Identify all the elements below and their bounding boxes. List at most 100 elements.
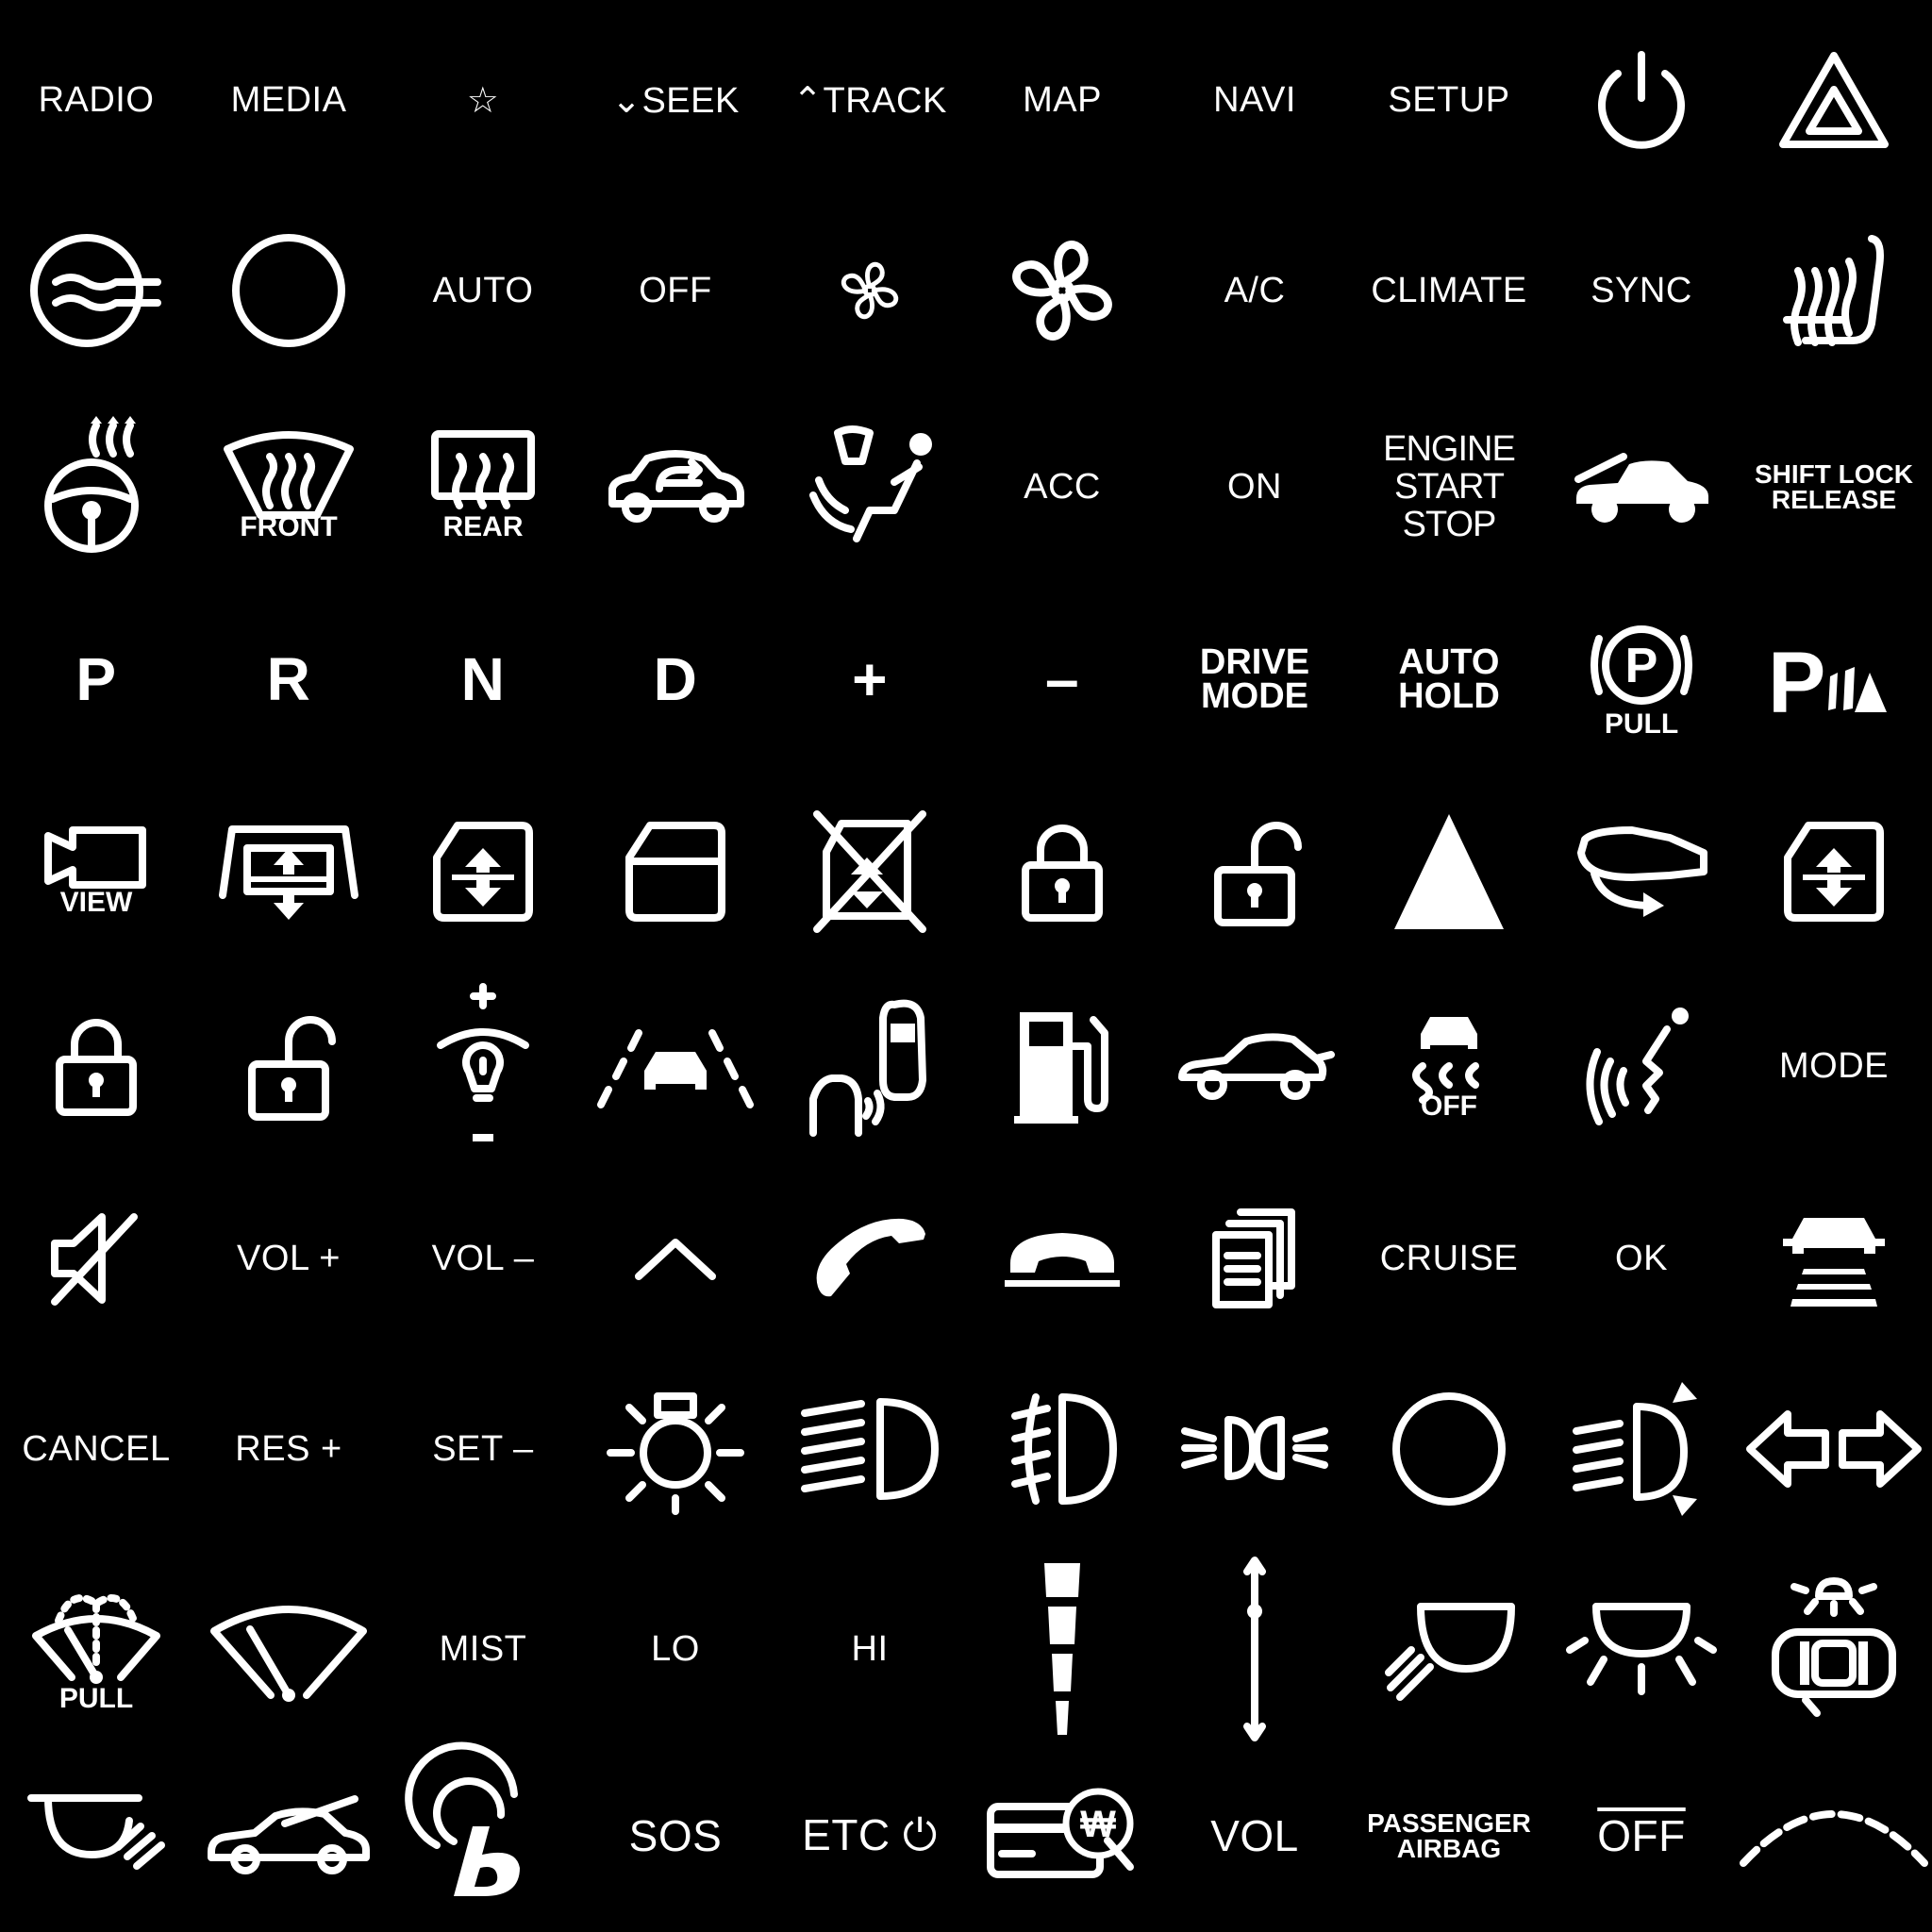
button-window-lock[interactable] [775,777,964,966]
button-triangle[interactable] [1355,777,1543,966]
button-high-beam[interactable] [775,1355,964,1543]
button-radio[interactable]: RADIO [2,6,191,194]
button-lock[interactable] [968,777,1157,966]
button-drive-mode[interactable]: DRIVE MODE [1160,585,1349,774]
button-antenna-car[interactable] [194,1741,383,1930]
button-p[interactable]: P [2,585,191,774]
button-acc[interactable]: ACC [968,392,1157,581]
button-cruise[interactable]: CRUISE [1355,1164,1543,1353]
button-vol[interactable]: VOL + [194,1164,383,1353]
button-blind-spot[interactable] [775,972,964,1160]
button-symbol[interactable]: ☆ [389,6,577,194]
button-wiper[interactable] [194,1555,383,1743]
button-ok[interactable]: OK [1547,1164,1736,1353]
button-interior-light[interactable] [1740,1555,1928,1743]
button-heated-seat[interactable] [1740,196,1928,385]
button-parking-light[interactable] [581,1355,770,1543]
button-headlight-level[interactable] [1547,1355,1736,1543]
button-heated-steering[interactable] [2,392,191,581]
button-trunk-open[interactable] [1160,972,1349,1160]
button-dashed-arc[interactable] [1740,1741,1928,1930]
button-cancel[interactable]: CANCEL [2,1355,191,1543]
button-etc[interactable]: ETC ⏻ [775,1741,964,1930]
button-window-up-down[interactable] [194,777,383,966]
button-air-to-face[interactable] [775,392,964,581]
button-phone-answer[interactable] [775,1164,964,1353]
button-vol[interactable]: VOL – [389,1164,577,1353]
button-lock[interactable] [2,972,191,1160]
button-fan-small[interactable] [775,196,964,385]
button-chevron-up[interactable] [581,1164,770,1353]
button-res[interactable]: RES + [194,1355,383,1543]
button-documents[interactable] [1160,1164,1349,1353]
button-fuel[interactable] [968,972,1157,1160]
button-circle[interactable] [194,196,383,385]
button-a-c[interactable]: A/C [1160,196,1349,385]
button-window[interactable] [581,777,770,966]
button-lane-keep[interactable] [1740,1164,1928,1353]
button-off[interactable]: OFF [1547,1741,1736,1930]
button-intermittent[interactable] [968,1555,1157,1743]
button-mist[interactable]: MIST [389,1555,577,1743]
button-voice-command[interactable] [1547,972,1736,1160]
button-bluelink[interactable] [389,1741,577,1930]
button-hood-open[interactable] [1547,392,1736,581]
button-n[interactable]: N [389,585,577,774]
button-lo[interactable]: LO [581,1555,770,1743]
button-set[interactable]: SET – [389,1355,577,1543]
button-front-defrost[interactable]: FRONT [194,392,383,581]
button-setup[interactable]: SETUP [1355,6,1543,194]
button-hazard[interactable] [1740,6,1928,194]
button-symbol[interactable]: – [968,585,1157,774]
button-sos[interactable]: SOS [581,1741,770,1930]
button-recirculation[interactable] [581,392,770,581]
button-phone-hangup[interactable] [968,1164,1157,1353]
button-window-switch[interactable] [389,777,577,966]
button-auto-hold[interactable]: AUTO HOLD [1355,585,1543,774]
button-parking-sensor[interactable]: P [1740,585,1928,774]
button-map-light[interactable] [2,1741,191,1930]
button-traction-off[interactable]: OFF [1355,972,1543,1160]
button-symbol[interactable]: + [775,585,964,774]
button-adjust-arrow[interactable] [1160,1555,1349,1743]
button-dome-light[interactable] [1355,1555,1543,1743]
button-room-light[interactable] [1547,1555,1736,1743]
button-unlock[interactable] [194,972,383,1160]
button-fog-light[interactable] [968,1355,1157,1543]
button-circle[interactable] [1355,1355,1543,1543]
button-sync[interactable]: SYNC [1547,196,1736,385]
button-d[interactable]: D [581,585,770,774]
button-mirror-fold[interactable] [1547,777,1736,966]
button-media[interactable]: MEDIA [194,6,383,194]
button-parking-brake[interactable]: P PULL [1547,585,1736,774]
button-auto[interactable]: AUTO [389,196,577,385]
button-turn-signal[interactable] [1740,1355,1928,1543]
button-map[interactable]: MAP [968,6,1157,194]
button-rear-defrost[interactable]: REAR [389,392,577,581]
button-vol[interactable]: VOL [1160,1741,1349,1930]
button-seek[interactable]: ⌄SEEK [581,6,770,194]
button-card-payment[interactable]: ₩ [968,1741,1157,1930]
button-on[interactable]: ON [1160,392,1349,581]
button-lane-assist[interactable] [581,972,770,1160]
button-shift-lock-release[interactable]: SHIFT LOCK RELEASE [1740,392,1928,581]
button-washer[interactable]: PULL [2,1555,191,1743]
button-camera[interactable]: VIEW [2,777,191,966]
button-off[interactable]: OFF [581,196,770,385]
button-track[interactable]: ⌃TRACK [775,6,964,194]
button-side-lights[interactable] [1160,1355,1349,1543]
button-unlock[interactable] [1160,777,1349,966]
button-dimmer[interactable] [389,972,577,1160]
button-fan-large[interactable] [968,196,1157,385]
button-hi[interactable]: HI [775,1555,964,1743]
button-r[interactable]: R [194,585,383,774]
button-mode[interactable]: MODE [1740,972,1928,1160]
button-engine-start-stop[interactable]: ENGINE START STOP [1355,392,1543,581]
button-window-switch[interactable] [1740,777,1928,966]
button-climate[interactable]: CLIMATE [1355,196,1543,385]
button-mute[interactable] [2,1164,191,1353]
button-navi[interactable]: NAVI [1160,6,1349,194]
button-power[interactable] [1547,6,1736,194]
button-passenger-airbag[interactable]: PASSENGER AIRBAG [1355,1741,1543,1930]
button-defrost-circle[interactable] [2,196,191,385]
